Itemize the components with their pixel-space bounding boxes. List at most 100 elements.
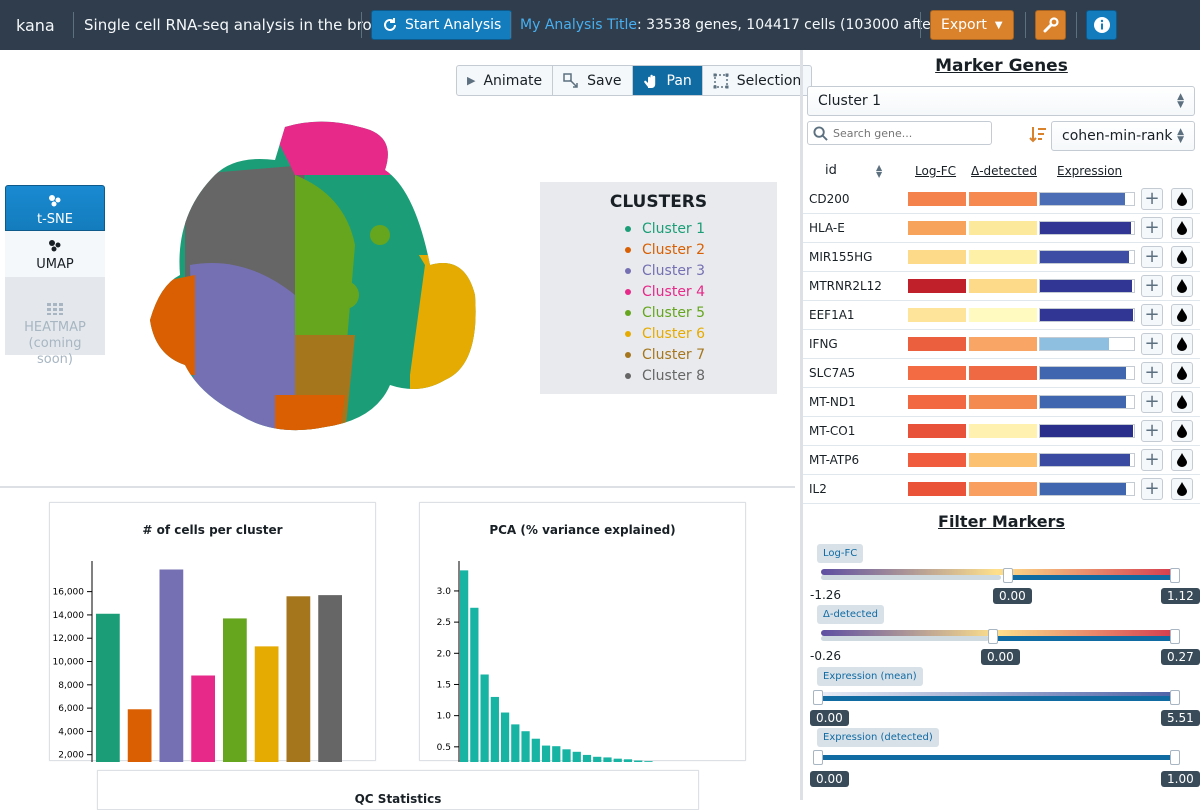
color-by-gene-button[interactable] xyxy=(1171,478,1193,500)
col-id[interactable]: id xyxy=(825,163,837,178)
drop-icon xyxy=(1177,192,1187,206)
expression-fill xyxy=(1040,222,1132,234)
col-logfc[interactable]: Log-FC xyxy=(915,164,956,178)
gene-name: IFNG xyxy=(809,337,838,351)
gene-name: MIR155HG xyxy=(809,250,873,264)
bar xyxy=(500,712,510,762)
info-button[interactable] xyxy=(1086,10,1117,40)
gene-search[interactable] xyxy=(807,121,992,145)
save-button[interactable]: Save xyxy=(553,66,633,95)
expression-bar xyxy=(1039,395,1135,409)
selection-button[interactable]: Selection xyxy=(703,66,812,95)
add-gene-button[interactable]: + xyxy=(1141,188,1163,210)
marker-row[interactable]: MT-ATP6 + xyxy=(803,446,1200,475)
export-button[interactable]: Export ▼ xyxy=(930,10,1014,40)
color-by-gene-button[interactable] xyxy=(1171,188,1193,210)
start-analysis-button[interactable]: Start Analysis xyxy=(371,10,513,40)
sort-icon[interactable]: ▲ ▼ xyxy=(876,164,882,179)
color-by-gene-button[interactable] xyxy=(1171,391,1193,413)
bar xyxy=(521,731,530,762)
color-by-gene-button[interactable] xyxy=(1171,217,1193,239)
bar xyxy=(254,646,279,762)
marker-row[interactable]: CD200 + xyxy=(803,185,1200,214)
marker-row[interactable]: IFNG + xyxy=(803,330,1200,359)
save-label: Save xyxy=(587,72,622,89)
color-by-gene-button[interactable] xyxy=(1171,333,1193,355)
expr-mean-high-handle[interactable] xyxy=(1170,690,1180,705)
delta-max-handle[interactable] xyxy=(1170,629,1180,644)
add-gene-button[interactable]: + xyxy=(1141,478,1163,500)
expression-bar xyxy=(1039,337,1135,351)
rank-select[interactable]: cohen-min-rank ▲ ▼ xyxy=(1051,121,1195,151)
add-gene-button[interactable]: + xyxy=(1141,333,1163,355)
plus-icon: + xyxy=(1144,188,1160,209)
color-by-gene-button[interactable] xyxy=(1171,304,1193,326)
color-by-gene-button[interactable] xyxy=(1171,420,1193,442)
add-gene-button[interactable]: + xyxy=(1141,420,1163,442)
marker-row[interactable]: MT-CO1 + xyxy=(803,417,1200,446)
col-expression[interactable]: Expression xyxy=(1057,164,1122,178)
legend-item[interactable]: Cluster 8 xyxy=(625,365,777,386)
add-gene-button[interactable]: + xyxy=(1141,217,1163,239)
marker-row[interactable]: MIR155HG + xyxy=(803,243,1200,272)
marker-row[interactable]: MTRNR2L12 + xyxy=(803,272,1200,301)
y-tick-label: 10,000 xyxy=(53,658,85,668)
color-by-gene-button[interactable] xyxy=(1171,362,1193,384)
tsne-plot[interactable] xyxy=(145,115,480,435)
marker-row[interactable]: IL2 + xyxy=(803,475,1200,504)
legend-item[interactable]: Cluster 1 xyxy=(625,218,777,239)
delta-cell xyxy=(969,279,1037,293)
legend-item[interactable]: Cluster 6 xyxy=(625,323,777,344)
logfc-cell xyxy=(908,192,966,206)
legend-item[interactable]: Cluster 5 xyxy=(625,302,777,323)
drop-icon xyxy=(1177,366,1187,380)
add-gene-button[interactable]: + xyxy=(1141,246,1163,268)
drop-icon xyxy=(1177,424,1187,438)
marker-row[interactable]: EEF1A1 + xyxy=(803,301,1200,330)
sort-desc-icon[interactable] xyxy=(1029,126,1047,144)
expr-detected-low-handle[interactable] xyxy=(813,750,823,765)
settings-button[interactable] xyxy=(1035,10,1066,40)
plus-icon: + xyxy=(1144,217,1160,238)
marker-row[interactable]: HLA-E + xyxy=(803,214,1200,243)
tab-umap[interactable]: UMAP xyxy=(5,231,105,277)
logfc-max: 1.12 xyxy=(1161,588,1200,604)
tab-tsne[interactable]: t-SNE xyxy=(5,185,105,231)
delta-cell xyxy=(969,192,1037,206)
expr-mean-low-handle[interactable] xyxy=(813,690,823,705)
delta-track xyxy=(821,636,989,641)
expr-detected-high-handle[interactable] xyxy=(1170,750,1180,765)
animate-button[interactable]: ▶ Animate xyxy=(457,66,554,95)
analysis-title-link[interactable]: My Analysis Title xyxy=(520,17,637,33)
expression-fill xyxy=(1040,367,1127,379)
logfc-max-handle[interactable] xyxy=(1170,568,1180,583)
col-delta-detected[interactable]: Δ-detected xyxy=(971,164,1037,178)
download-icon xyxy=(563,72,578,88)
cluster-select[interactable]: Cluster 1 ▲ ▼ xyxy=(807,86,1195,116)
color-by-gene-button[interactable] xyxy=(1171,246,1193,268)
color-by-gene-button[interactable] xyxy=(1171,449,1193,471)
color-by-gene-button[interactable] xyxy=(1171,275,1193,297)
logfc-cell xyxy=(908,366,966,380)
legend-item[interactable]: Cluster 7 xyxy=(625,344,777,365)
rank-select-value: cohen-min-rank xyxy=(1062,128,1173,144)
search-input[interactable] xyxy=(833,126,983,140)
y-tick-label: 0.5 xyxy=(437,743,451,753)
legend-item[interactable]: Cluster 3 xyxy=(625,260,777,281)
legend-item[interactable]: Cluster 4 xyxy=(625,281,777,302)
legend-item[interactable]: Cluster 2 xyxy=(625,239,777,260)
marker-row[interactable]: SLC7A5 + xyxy=(803,359,1200,388)
add-gene-button[interactable]: + xyxy=(1141,275,1163,297)
add-gene-button[interactable]: + xyxy=(1141,391,1163,413)
marker-row[interactable]: MT-ND1 + xyxy=(803,388,1200,417)
logfc-slider-handle[interactable] xyxy=(1002,568,1013,583)
logfc-value: 0.00 xyxy=(993,588,1032,604)
add-gene-button[interactable]: + xyxy=(1141,362,1163,384)
add-gene-button[interactable]: + xyxy=(1141,449,1163,471)
gene-name: CD200 xyxy=(809,192,850,206)
play-icon: ▶ xyxy=(467,74,476,87)
pan-button[interactable]: Pan xyxy=(632,66,703,95)
add-gene-button[interactable]: + xyxy=(1141,304,1163,326)
wrench-icon xyxy=(1043,17,1059,33)
delta-slider-handle[interactable] xyxy=(988,629,999,644)
